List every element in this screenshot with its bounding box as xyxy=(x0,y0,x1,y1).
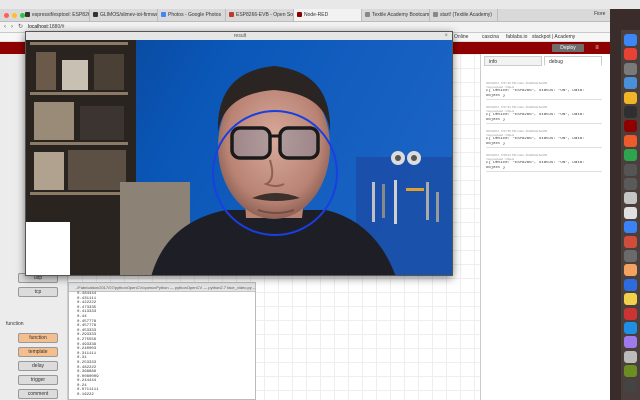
dock-app-icon[interactable] xyxy=(624,322,637,334)
dock-app-icon[interactable] xyxy=(624,163,637,176)
terminal-output: 0.484444 0.431111 0.422222 0.473335 0.413333… xyxy=(69,292,255,398)
minimize-window-button[interactable] xyxy=(12,13,17,18)
bookmark-item[interactable]: cascina xyxy=(482,34,499,41)
chrome-profile-name[interactable]: Fiore xyxy=(594,11,605,17)
dock-app-icon[interactable] xyxy=(624,278,637,291)
bookmark-item[interactable]: Online xyxy=(454,34,468,41)
macos-dock xyxy=(621,30,640,400)
back-icon[interactable]: ‹ xyxy=(4,24,6,31)
tab-label: ESP8266-EVB - Open Source xyxy=(236,12,293,18)
debug-message[interactable]: 30/5/2017, 9:57:51 PM node: 4f4a5b0a.5e0… xyxy=(486,105,602,124)
terminal-window[interactable]: ../Fabrication/2017/07/pythonOpenCV/open… xyxy=(68,282,256,400)
bookmark-item[interactable]: stackpot | Academy xyxy=(532,34,575,41)
palette-section-function[interactable]: function xyxy=(6,321,24,327)
terminal-title: ../Fabrication/2017/07/pythonOpenCV/open… xyxy=(69,283,255,292)
dock-app-icon[interactable] xyxy=(624,307,637,320)
browser-tab[interactable]: Node-RED xyxy=(294,9,362,21)
debug-body-tail: object } xyxy=(486,118,506,122)
close-icon[interactable]: × xyxy=(444,32,448,40)
macos-menu-bar xyxy=(0,0,640,9)
debug-body-tail: object } xyxy=(486,142,506,146)
tab-favicon-icon xyxy=(229,12,234,17)
dock-app-icon[interactable] xyxy=(624,350,637,363)
camera-window-title: result xyxy=(26,32,452,40)
dock-app-icon[interactable] xyxy=(624,336,637,349)
dock-app-icon[interactable] xyxy=(624,91,637,104)
browser-tab[interactable]: ESP8266-EVB - Open Source xyxy=(226,9,294,21)
tab-favicon-icon xyxy=(93,12,98,17)
tab-favicon-icon xyxy=(433,12,438,17)
reload-icon[interactable]: ↻ xyxy=(18,24,23,31)
tab-favicon-icon xyxy=(161,12,166,17)
dock-app-icon[interactable] xyxy=(624,221,637,234)
palette-node-function[interactable]: function xyxy=(18,333,58,343)
debug-body-tail: object } xyxy=(486,166,506,170)
dock-app-icon[interactable] xyxy=(624,365,637,378)
dock-app-icon[interactable] xyxy=(624,48,637,61)
dock-app-icon[interactable] xyxy=(624,120,637,133)
url-host: localhost xyxy=(28,24,48,30)
browser-tab[interactable]: Photos - Google Photos xyxy=(158,9,226,21)
dock-app-icon[interactable] xyxy=(624,250,637,262)
bookmark-item[interactable]: fablabs.io xyxy=(506,34,527,41)
palette-node-trigger[interactable]: trigger xyxy=(18,375,58,385)
tab-favicon-icon xyxy=(25,12,30,17)
forward-icon[interactable]: › xyxy=(11,24,13,31)
tab-label: espressif/esptool: ESP8266 xyxy=(32,12,90,18)
debug-message[interactable]: 30/5/2017, 9:57:40 PM node: 4f4a5b0a.5e0… xyxy=(486,81,602,100)
tab-label: start! (Textile Academy) xyxy=(440,12,492,18)
dock-app-icon[interactable] xyxy=(624,206,637,219)
zoom-window-button[interactable] xyxy=(20,13,25,18)
palette-node-delay[interactable]: delay xyxy=(18,361,58,371)
url-field[interactable]: localhost:1880/# xyxy=(28,24,228,31)
dock-app-icon[interactable] xyxy=(624,235,637,248)
sidebar-tabs: info debug xyxy=(484,56,606,66)
tab-debug[interactable]: debug xyxy=(544,56,602,66)
webcam-frame xyxy=(26,32,452,275)
deploy-button[interactable]: Deploy xyxy=(552,44,584,52)
dock-app-icon[interactable] xyxy=(624,264,637,277)
dock-app-icon[interactable] xyxy=(624,379,637,392)
debug-message[interactable]: 30/5/2017, 9:58:01 PM node: 4f4a5b0a.5e0… xyxy=(486,153,602,172)
window-controls xyxy=(4,13,25,18)
tab-label: Node-RED xyxy=(304,12,329,18)
white-box xyxy=(26,222,70,275)
dock-app-icon[interactable] xyxy=(624,192,637,205)
tab-label: Photos - Google Photos xyxy=(168,12,222,18)
debug-message[interactable]: 30/5/2017, 9:57:55 PM node: 4f4a5b0a.5e0… xyxy=(486,129,602,148)
url-path: :1880/# xyxy=(47,24,65,30)
tab-info[interactable]: info xyxy=(484,56,542,66)
tab-favicon-icon xyxy=(297,12,302,17)
dock-app-icon[interactable] xyxy=(624,178,637,190)
dock-app-icon[interactable] xyxy=(624,77,637,90)
browser-tab[interactable]: Textile Academy Bootcamp xyxy=(362,9,430,21)
dock-app-icon[interactable] xyxy=(624,149,637,162)
palette-node-tcp[interactable]: tcp xyxy=(18,287,58,297)
debug-body-tail: object } xyxy=(486,94,506,98)
tab-label: Textile Academy Bootcamp xyxy=(372,12,430,18)
dock-app-icon[interactable] xyxy=(624,34,637,46)
dock-app-icon[interactable] xyxy=(624,134,637,147)
browser-tab-bar: espressif/esptool: ESP8266 GLIMOS/slimev-… xyxy=(0,9,610,22)
palette-node-template[interactable]: template xyxy=(18,347,58,357)
dock-app-icon[interactable] xyxy=(624,62,637,75)
hamburger-icon[interactable]: ≡ xyxy=(590,44,604,52)
tab-favicon-icon xyxy=(365,12,370,17)
dock-app-icon[interactable] xyxy=(624,293,637,306)
terminal-line: 0.16222 xyxy=(77,393,94,398)
dock-app-icon[interactable] xyxy=(624,106,637,118)
palette-node-comment[interactable]: comment xyxy=(18,389,58,399)
close-window-button[interactable] xyxy=(4,13,9,18)
tab-label: GLIMOS/slimev-iot-firmware xyxy=(100,12,158,18)
camera-window[interactable]: result × xyxy=(25,31,453,276)
browser-tab[interactable]: GLIMOS/slimev-iot-firmware xyxy=(90,9,158,21)
browser-tab[interactable]: start! (Textile Academy) xyxy=(430,9,498,21)
browser-tab[interactable]: espressif/esptool: ESP8266 xyxy=(22,9,90,21)
